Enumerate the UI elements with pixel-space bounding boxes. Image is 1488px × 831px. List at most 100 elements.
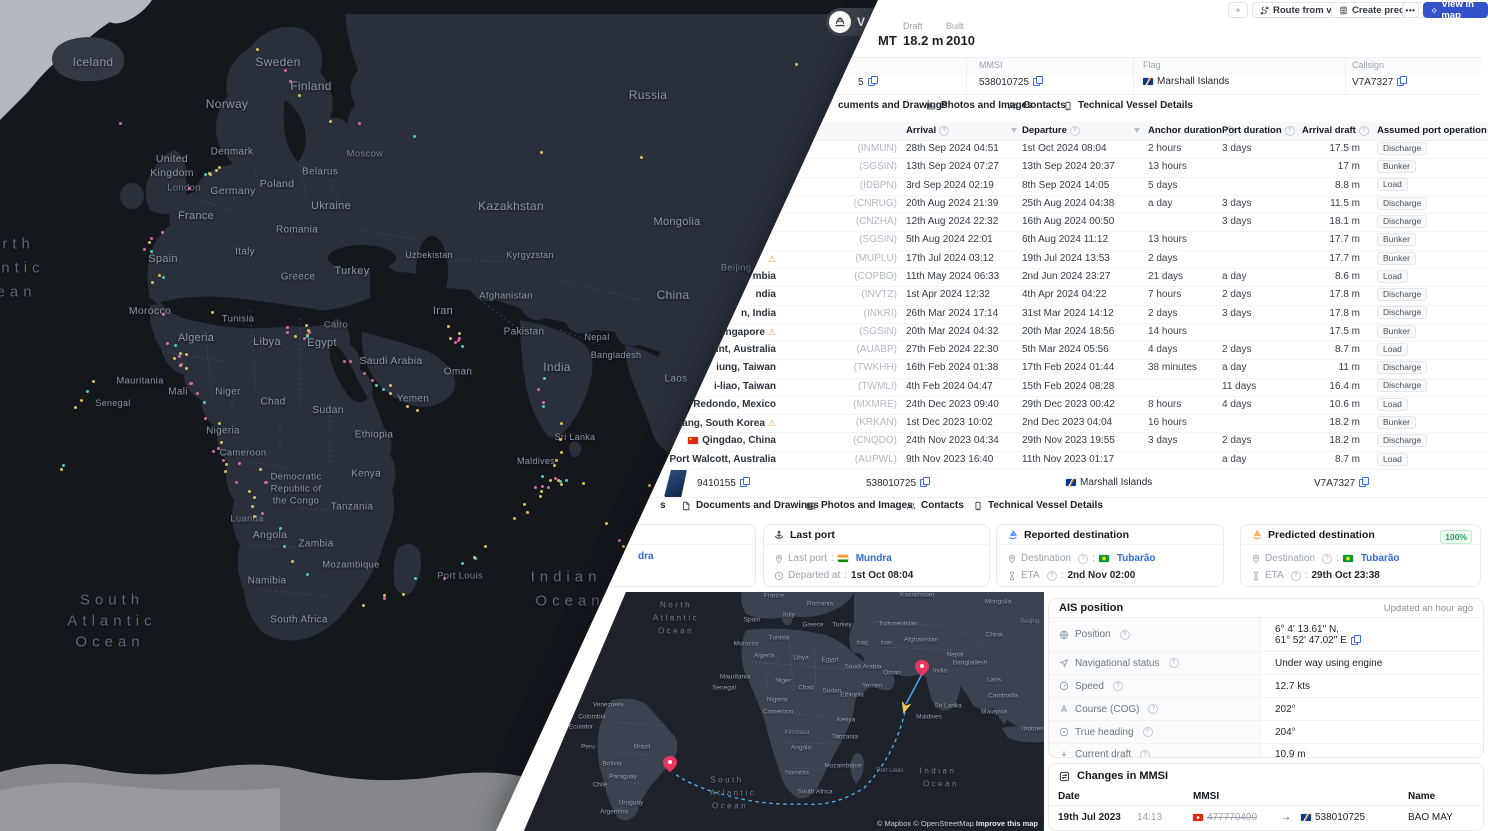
- view-in-map-button[interactable]: View in map: [1423, 2, 1488, 18]
- copy-icon[interactable]: [920, 477, 930, 487]
- table-row[interactable]: (SGSIN)13th Sep 2024 07:2713th Sep 2024 …: [0, 158, 1488, 177]
- port-name[interactable]: i-liao, Taiwan: [714, 378, 776, 396]
- table-row[interactable]: int, Australia(AUABP)27th Feb 2024 22:30…: [0, 341, 1488, 360]
- info-icon[interactable]: [1113, 681, 1123, 691]
- port-duration-cell: 3 days: [1222, 140, 1251, 158]
- route-map-label: Tunisia: [769, 635, 790, 642]
- table-row[interactable]: ⚠(MUPLU)17th Jul 2024 03:1219th Jul 2024…: [0, 250, 1488, 269]
- info-icon[interactable]: [1140, 750, 1150, 759]
- column-header[interactable]: Arrival: [906, 122, 949, 140]
- identity-table: [0, 57, 1481, 95]
- tab-technical-vessel-details[interactable]: Technical Vessel Details: [973, 500, 1103, 511]
- port-name[interactable]: Gwangyang, South Korea⚠: [629, 414, 776, 433]
- port-name[interactable]: n, India: [741, 305, 776, 323]
- destination-link[interactable]: Tubarão: [1361, 553, 1400, 564]
- port-name[interactable]: Port Walcott, Australia: [656, 451, 777, 469]
- info-icon[interactable]: [1047, 571, 1057, 581]
- copy-icon[interactable]: [1351, 635, 1361, 645]
- port-locode: (AUPWL): [855, 451, 897, 469]
- tab-s[interactable]: s: [660, 500, 666, 511]
- port-name[interactable]: mbia: [753, 268, 776, 286]
- port-name[interactable]: int, Australia: [716, 341, 776, 359]
- warning-icon[interactable]: ⚠: [768, 327, 776, 337]
- last-port-link[interactable]: Mundra: [856, 553, 892, 564]
- table-row[interactable]: Port Walcott, Australia(AUPWL)9th Nov 20…: [0, 451, 1488, 470]
- table-row[interactable]: ndia(INVTZ)1st Apr 2024 12:324th Apr 202…: [0, 286, 1488, 305]
- port-name[interactable]: Qingdao, China: [688, 432, 776, 450]
- info-icon[interactable]: [1148, 704, 1158, 714]
- warning-icon[interactable]: ⚠: [768, 254, 776, 264]
- copy-icon[interactable]: [868, 76, 878, 86]
- copy-icon[interactable]: [1359, 477, 1369, 487]
- info-icon[interactable]: [1070, 126, 1080, 136]
- route-map-label: Ocean: [658, 627, 694, 636]
- info-icon[interactable]: [1143, 727, 1153, 737]
- map-attribution[interactable]: © Mapbox © OpenStreetMap Improve this ma…: [873, 818, 1042, 829]
- arrival-draft-cell: 18.2 m: [1295, 414, 1360, 432]
- port-link-partial[interactable]: dra: [638, 551, 654, 562]
- info-icon[interactable]: [939, 126, 949, 136]
- column-header[interactable]: Departure: [1022, 122, 1080, 140]
- port-name[interactable]: Singapore⚠: [716, 323, 776, 342]
- anchor-icon: [774, 530, 784, 540]
- arrival-cell: 24th Dec 2023 09:40: [906, 396, 999, 414]
- route-map-label: Algeria: [754, 653, 774, 660]
- table-row[interactable]: Gwangyang, South Korea⚠(KRKAN)1st Dec 20…: [0, 414, 1488, 433]
- departure-cell: 6th Aug 2024 11:12: [1022, 231, 1108, 249]
- info-icon[interactable]: [1120, 630, 1130, 640]
- column-header[interactable]: Arrival draft: [1302, 122, 1369, 140]
- column-header[interactable]: Assumed port operation: [1377, 122, 1488, 140]
- table-row[interactable]: iung, Taiwan(TWKHH)16th Feb 2024 01:3817…: [0, 359, 1488, 378]
- copy-icon[interactable]: [1397, 76, 1407, 86]
- table-row[interactable]: Morro Redondo, Mexico(MXMRE)24th Dec 202…: [0, 396, 1488, 415]
- tab-contacts[interactable]: Contacts: [906, 500, 964, 511]
- port-name[interactable]: ndia: [755, 286, 776, 304]
- filter-icon[interactable]: [1011, 128, 1017, 133]
- destination-link[interactable]: Tubarão: [1117, 553, 1156, 564]
- more-options-button[interactable]: •••: [1402, 2, 1419, 18]
- table-row[interactable]: (INMUN)28th Sep 2024 04:511st Oct 2024 0…: [0, 140, 1488, 159]
- warning-icon[interactable]: ⚠: [768, 418, 776, 428]
- table-row[interactable]: Singapore⚠(SGSIN)20th Mar 2024 04:3220th…: [0, 323, 1488, 342]
- tab-technical-vessel-details[interactable]: Technical Vessel Details: [1063, 100, 1193, 111]
- column-header[interactable]: Port duration: [1222, 122, 1295, 140]
- table-row[interactable]: (SGSIN)5th Aug 2024 22:016th Aug 2024 11…: [0, 231, 1488, 250]
- table-row[interactable]: mbia(COPBO)11th May 2024 06:332nd Jun 20…: [0, 268, 1488, 287]
- changes-data-row[interactable]: 19th Jul 2023 14:13 477770400 → 53801072…: [1049, 806, 1483, 830]
- info-icon[interactable]: [1322, 554, 1332, 564]
- route-map-label: Iran: [880, 640, 891, 647]
- port-name[interactable]: ⚠: [765, 250, 776, 269]
- route-map-label: Laos: [987, 677, 1001, 684]
- table-row[interactable]: n, India(INKRI)26th Mar 2024 17:1431st M…: [0, 305, 1488, 324]
- port-name[interactable]: Morro Redondo, Mexico: [662, 396, 776, 414]
- table-row[interactable]: (CNZHA)12th Aug 2024 22:3216th Aug 2024 …: [0, 213, 1488, 232]
- route-map[interactable]: NorthAtlanticOceanSouthAtlanticOceanIndi…: [524, 592, 1044, 831]
- pin-icon: [1251, 554, 1261, 564]
- table-row[interactable]: i-liao, Taiwan(TWMLI)4th Feb 2024 04:471…: [0, 378, 1488, 397]
- port-duration-cell: 3 days: [1222, 213, 1251, 231]
- table-row[interactable]: (IDBPN)3rd Sep 2024 02:198th Sep 2024 14…: [0, 177, 1488, 196]
- filter-icon[interactable]: [1134, 128, 1140, 133]
- pin-icon: [1007, 554, 1017, 564]
- tab-label: Technical Vessel Details: [988, 500, 1103, 511]
- info-icon[interactable]: [1078, 554, 1088, 564]
- route-map-label: Greece: [802, 622, 823, 629]
- info-icon[interactable]: [1285, 126, 1295, 136]
- copy-icon[interactable]: [740, 477, 750, 487]
- info-icon[interactable]: [1291, 571, 1301, 581]
- tab-photos-and-images[interactable]: Photos and Images: [806, 500, 913, 511]
- port-name[interactable]: iung, Taiwan: [716, 359, 776, 377]
- tab-documents-and-drawings[interactable]: Documents and Drawings: [681, 500, 819, 511]
- tab-contacts[interactable]: Contacts: [1008, 100, 1066, 111]
- ais-label: Current draft: [1049, 744, 1261, 758]
- table-row[interactable]: Qingdao, China(CNQDO)24th Nov 2023 04:34…: [0, 432, 1488, 451]
- table-row[interactable]: (CNRUG)20th Aug 2024 21:3925th Aug 2024 …: [0, 195, 1488, 214]
- route-map-label: Tanzania: [832, 734, 858, 741]
- info-icon[interactable]: [1169, 658, 1179, 668]
- arrival-draft-cell: 8.7 m: [1295, 341, 1360, 359]
- globe-icon: [1059, 630, 1069, 640]
- notifications-button[interactable]: [1228, 2, 1248, 18]
- port-locode: (INVTZ): [861, 286, 897, 304]
- info-icon[interactable]: [1359, 126, 1369, 136]
- copy-icon[interactable]: [1033, 76, 1043, 86]
